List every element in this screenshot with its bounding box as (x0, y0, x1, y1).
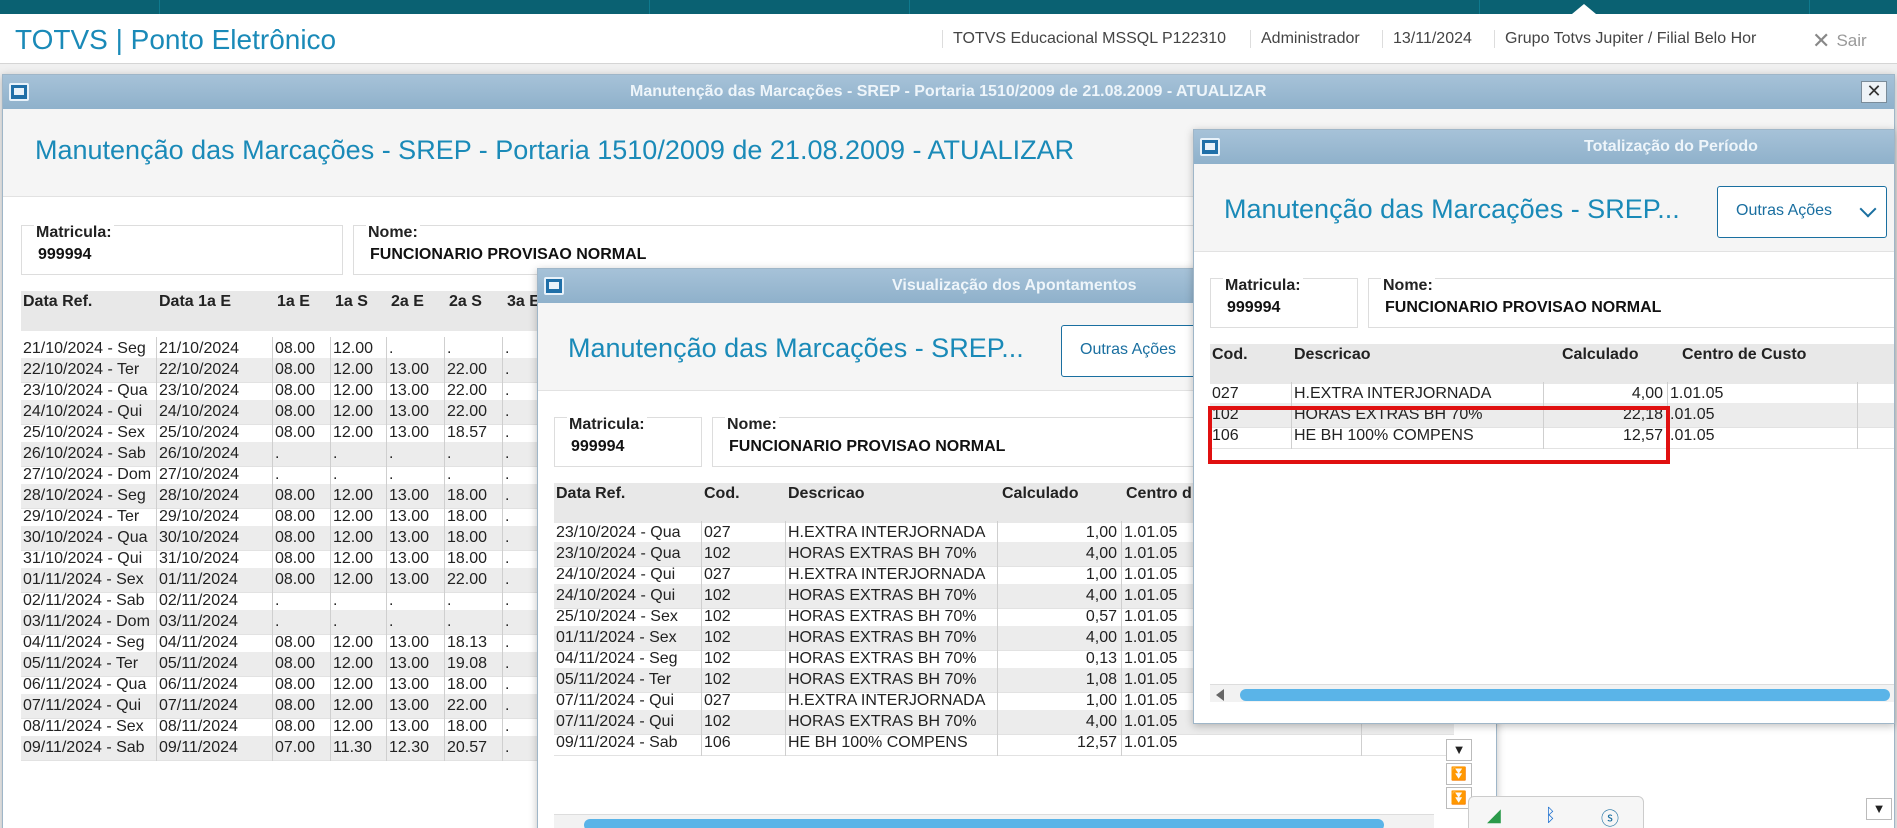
taskbar-tray: ◢ ᛒ ⓢ (1468, 796, 1644, 828)
nome-label: Nome: (725, 416, 779, 434)
apontamentos-title: Visualização dos Apontamentos (892, 277, 1137, 294)
chevron-down-icon (1859, 200, 1877, 218)
column-header[interactable]: Data 1a E (159, 293, 231, 311)
help-icon[interactable]: ⓢ (1601, 805, 1619, 828)
active-tab-indicator-icon (1572, 4, 1596, 14)
grid-header: Data Ref. Data 1a E 1a E 1a S 2a E 2a S … (21, 291, 561, 331)
table-cell: 07.00 (273, 736, 331, 761)
branch-label[interactable]: Grupo Totvs Jupiter / Filial Belo Hor (1494, 30, 1756, 48)
totalizacao-titlebar[interactable]: Totalização do Período (1194, 130, 1894, 164)
table-row[interactable]: 09/11/2024 - Sab 106 HE BH 100% COMPENS 12,… (554, 731, 1454, 756)
main-window-titlebar[interactable]: Manutenção das Marcações - SREP - Portar… (3, 75, 1894, 109)
scroll-down-icon[interactable]: ⏬ (1446, 763, 1472, 785)
table-row[interactable]: 09/11/2024 - Sab 09/11/2024 07.00 11.30 12.3… (21, 736, 561, 761)
column-header[interactable]: Centro de Custo (1682, 346, 1806, 364)
exit-button[interactable]: ✕ Sair (1812, 28, 1867, 54)
page-title: Manutenção das Marcações - SREP - Portar… (35, 135, 1075, 165)
matricula-value: 999994 (38, 246, 92, 263)
outras-acoes-button[interactable]: Outras Ações (1717, 186, 1887, 238)
top-tab[interactable] (0, 0, 160, 14)
column-header[interactable]: Descricao (1294, 346, 1371, 364)
column-header[interactable]: 2a S (449, 293, 482, 311)
environment-label: TOTVS Educacional MSSQL P122310 (942, 30, 1226, 48)
app-header: TOTVS | Ponto Eletrônico TOTVS Educacion… (0, 14, 1897, 64)
column-header[interactable]: Calculado (1002, 485, 1078, 503)
grid-header: Cod. Descricao Calculado Centro de Custo (1210, 344, 1894, 384)
nome-label: Nome: (366, 224, 420, 242)
column-header[interactable]: Descricao (788, 485, 865, 503)
nome-label: Nome: (1381, 277, 1435, 295)
bluetooth-icon[interactable]: ᛒ (1545, 805, 1556, 826)
horizontal-scrollbar[interactable] (1210, 684, 1894, 702)
scroll-left-icon[interactable] (1216, 689, 1224, 701)
matricula-label: Matricula: (1223, 277, 1303, 295)
table-cell: 106 (702, 731, 786, 756)
marcacoes-grid: Data Ref. Data 1a E 1a E 1a S 2a E 2a S … (21, 291, 561, 828)
table-cell: 12,57 (998, 731, 1122, 756)
column-header[interactable]: Data Ref. (23, 293, 92, 311)
scroll-down-icon[interactable]: ▼ (1866, 798, 1892, 820)
nome-value: FUNCIONARIO PROVISAO NORMAL (729, 438, 1006, 455)
scrollbar-thumb[interactable] (1240, 689, 1890, 701)
column-header[interactable]: Cod. (1212, 346, 1248, 364)
matricula-field: Matricula: 999994 (1210, 277, 1358, 328)
column-header[interactable]: Centro d (1126, 485, 1192, 503)
totalizacao-grid: Cod. Descricao Calculado Centro de Custo… (1210, 344, 1894, 594)
window-icon (544, 277, 564, 295)
table-cell: 09/11/2024 - Sab (21, 736, 157, 761)
user-label: Administrador (1250, 30, 1360, 48)
column-header[interactable]: Calculado (1562, 346, 1638, 364)
scroll-down-icon[interactable]: ▼ (1446, 739, 1472, 761)
matricula-label: Matricula: (567, 416, 647, 434)
matricula-value: 999994 (1227, 299, 1281, 316)
table-cell: HE BH 100% COMPENS (786, 731, 998, 756)
matricula-field: Matricula: 999994 (554, 416, 702, 467)
nome-field: Nome: FUNCIONARIO PROVISAO NORMAL (1368, 277, 1894, 328)
top-tab[interactable] (650, 0, 910, 14)
top-tab[interactable] (1480, 0, 1810, 14)
matricula-value: 999994 (571, 438, 625, 455)
table-cell: 09/11/2024 (157, 736, 273, 761)
table-cell: 1.01.05 (1122, 731, 1362, 756)
table-cell: 09/11/2024 - Sab (554, 731, 702, 756)
column-header[interactable]: Data Ref. (556, 485, 625, 503)
highlight-box (1208, 406, 1670, 464)
window-icon (9, 83, 29, 101)
outras-acoes-label: Outras Ações (1736, 202, 1833, 219)
top-strip (0, 0, 1897, 14)
close-button[interactable]: ✕ (1861, 81, 1887, 103)
exit-label: Sair (1836, 31, 1867, 50)
right-page-title: Manutenção das Marcações - SREP... (1224, 194, 1680, 224)
horizontal-scrollbar[interactable] (554, 814, 1434, 828)
table-cell: 12.30 (387, 736, 445, 761)
column-header[interactable]: 1a E (277, 293, 310, 311)
column-header[interactable]: Cod. (704, 485, 740, 503)
app-title: TOTVS | Ponto Eletrônico (15, 24, 337, 55)
column-header[interactable]: 3a E (507, 293, 540, 311)
table-cell: 20.57 (445, 736, 503, 761)
date-label: 13/11/2024 (1382, 30, 1472, 48)
totalizacao-title: Totalização do Período (1584, 138, 1758, 155)
table-cell: 11.30 (331, 736, 387, 761)
totalizacao-window: Totalização do Período Manutenção das Ma… (1193, 129, 1895, 724)
app-icon[interactable]: ◢ (1487, 805, 1501, 826)
window-icon (1200, 138, 1220, 156)
top-tab[interactable] (910, 0, 1480, 14)
column-header[interactable]: 1a S (335, 293, 368, 311)
main-window-title: Manutenção das Marcações - SREP - Portar… (630, 83, 1267, 100)
close-icon: ✕ (1812, 28, 1831, 53)
nome-value: FUNCIONARIO PROVISAO NORMAL (370, 246, 647, 263)
table-cell: .01.05 (1668, 424, 1858, 449)
top-tab[interactable] (160, 0, 650, 14)
mid-page-title: Manutenção das Marcações - SREP... (568, 333, 1024, 363)
scrollbar-thumb[interactable] (584, 819, 1384, 828)
matricula-field: Matricula: 999994 (21, 224, 343, 275)
outras-acoes-label: Outras Ações (1080, 341, 1177, 358)
matricula-label: Matricula: (34, 224, 114, 242)
nome-value: FUNCIONARIO PROVISAO NORMAL (1385, 299, 1662, 316)
column-header[interactable]: 2a E (391, 293, 424, 311)
